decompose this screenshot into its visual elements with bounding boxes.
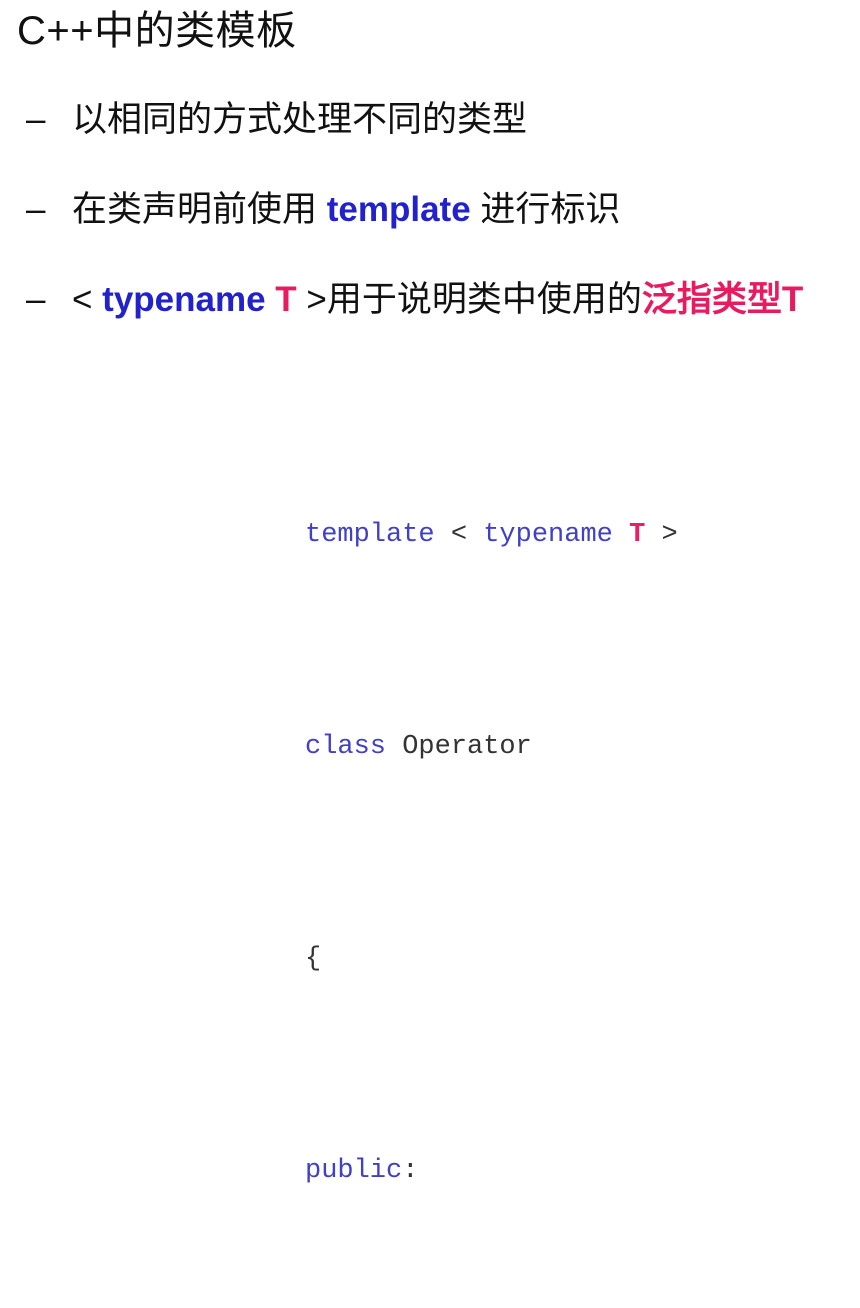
bullet-segment: 进行标识 (470, 190, 621, 229)
code-token-type: T (629, 520, 646, 550)
code-token-keyword: typename (483, 520, 613, 550)
type-param-t: T (275, 280, 297, 319)
code-line: template < typename T > (305, 509, 678, 562)
code-line: { (305, 933, 678, 986)
bullet-segment: 以相同的方式处理不同的类型 (72, 100, 528, 139)
code-token-keyword: template (305, 520, 435, 550)
bullet-list: – 以相同的方式处理不同的类型 – 在类声明前使用 template 进行标识 … (0, 96, 860, 366)
bullet-segment: 用于说明类中使用的 (326, 280, 642, 319)
bullet-dash-icon: – (26, 190, 46, 229)
list-item: – 在类声明前使用 template 进行标识 (0, 186, 860, 276)
bullet-dash-icon: – (26, 100, 46, 139)
bullet-segment: 在类声明前使用 (72, 190, 327, 229)
page-title: C++中的类模板 (17, 9, 297, 53)
list-item: – 以相同的方式处理不同的类型 (0, 96, 860, 186)
bullet-dash-icon: – (26, 280, 46, 319)
code-token-symbol: < (434, 520, 484, 550)
code-token-brace-open: { (305, 944, 322, 974)
code-token-keyword: class (305, 732, 387, 762)
code-line: public: (305, 1145, 678, 1198)
keyword-typename: typename (102, 280, 276, 319)
bullet-text-1: 以相同的方式处理不同的类型 (72, 96, 527, 144)
code-line: class Operator (305, 721, 678, 774)
code-sample: template < typename T > class Operator {… (305, 350, 678, 1308)
code-token-symbol: : (402, 1156, 419, 1186)
angle-bracket-close: > (296, 280, 327, 319)
keyword-template: template (326, 190, 471, 229)
code-token-symbol: > (645, 520, 678, 550)
bullet-text-2: 在类声明前使用 template 进行标识 (72, 186, 620, 234)
generic-type-highlight: 泛指类型T (641, 280, 804, 319)
slide-canvas: C++中的类模板 – 以相同的方式处理不同的类型 – 在类声明前使用 templ… (0, 0, 860, 1186)
angle-bracket-open: < (72, 280, 103, 319)
code-token-keyword: public (305, 1156, 403, 1186)
code-token-identifier: Operator (386, 732, 532, 762)
bullet-text-3: < typename T >用于说明类中使用的泛指类型T (72, 276, 803, 324)
